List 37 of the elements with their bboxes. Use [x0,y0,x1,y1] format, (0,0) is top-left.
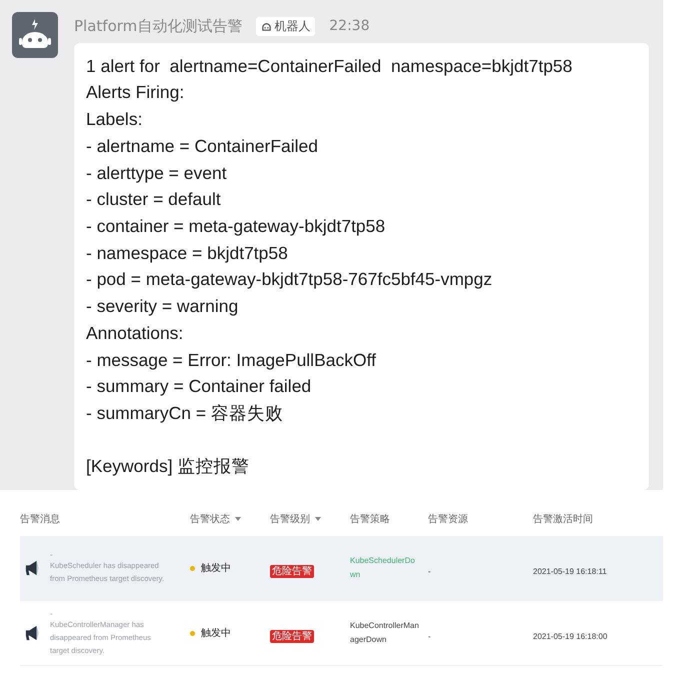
activation-time: 2021-05-19 16:18:00 [533,632,608,640]
message-line: - container = meta-gateway-bkjdt7tp58 [86,214,386,238]
column-header: 告警消息 [20,514,60,525]
message-line: - message = Error: ImagePullBackOff [86,348,377,372]
message-line: Labels: [86,108,144,132]
policy-link[interactable]: KubeControllerManagerDown [350,619,420,647]
severity-tag: 危险告警 [270,564,314,578]
message-line: Alerts Firing: [86,81,186,104]
bot-badge: 机器人 [256,16,316,36]
message-line: - pod = meta-gateway-bkjdt7tp58-767fc5bf45-vmpgz [86,268,494,292]
column-header[interactable]: 告警状态 [190,514,230,525]
message-line: - severity = warning [86,295,240,318]
robot-icon [261,20,272,32]
status-dot-icon [190,630,195,636]
message-line: 1 alert for alertname=ContainerFailed namespace=bkjdt7tp58 [86,54,574,78]
message-line: - summary = Container failed [86,375,312,398]
resource-text: - [428,566,431,576]
resource-text: - [428,632,431,640]
status-dot-icon [190,566,195,570]
message-line: Annotations: [86,322,184,345]
keywords-line: [Keywords] 监控报警 [86,455,250,478]
message-time: 22:38 [329,18,370,34]
status-text: 触发中 [201,626,231,640]
column-header[interactable]: 告警级别 [270,514,310,525]
column-header: 告警资源 [428,514,468,525]
column-header: 告警策略 [350,514,390,525]
robot-avatar-icon [12,12,58,58]
message-line: - alerttype = event [86,162,228,185]
message-line: - cluster = default [86,188,222,212]
message-line: - alertname = ContainerFailed [86,134,319,158]
activation-time: 2021-05-19 16:18:11 [533,566,607,576]
status-text: 触发中 [201,562,231,575]
severity-tag: 危险告警 [270,630,314,642]
message-line: - namespace = bkjdt7tp58 [86,242,289,265]
column-header: 告警激活时间 [533,514,593,525]
message-line: - summaryCn = 容器失败 [86,402,284,425]
sender-name: Platform自动化测试告警 [74,16,242,36]
